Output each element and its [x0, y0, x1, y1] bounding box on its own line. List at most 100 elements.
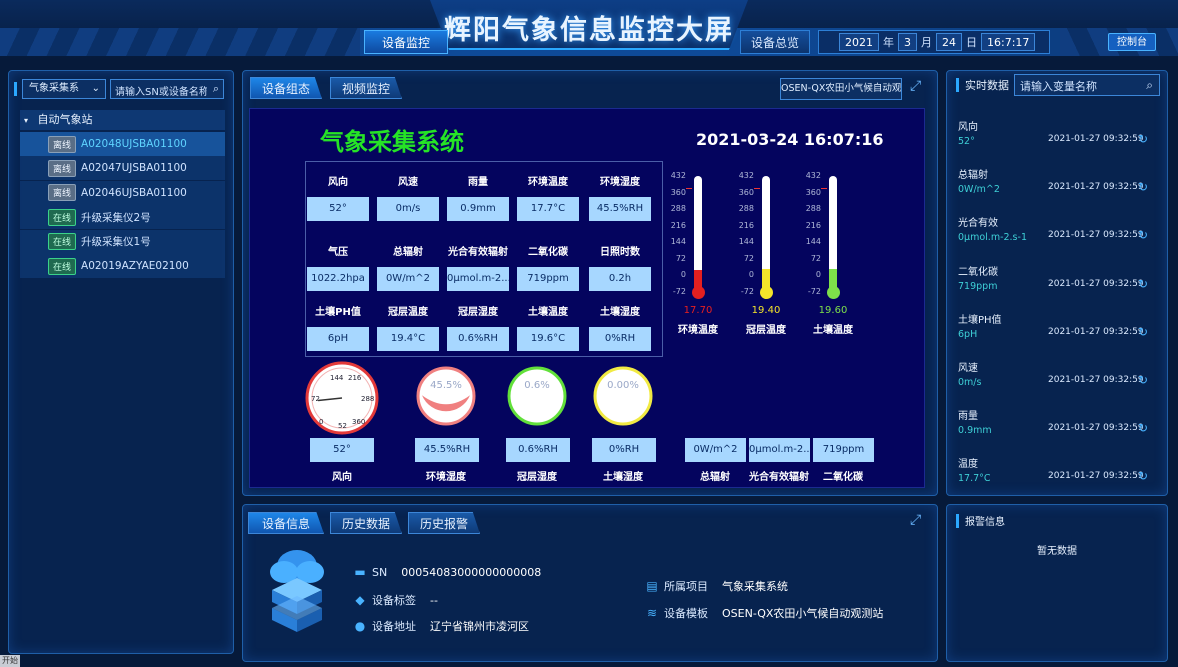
sensor-value: 0.2h: [589, 267, 651, 291]
humidity-value: 45.5%RH: [415, 438, 479, 462]
realtime-item: 总辐射 0W/m^2 2021-01-27 09:32:59 ↻: [958, 166, 1158, 212]
device-item[interactable]: 离线 A02047UJSBA01100: [20, 156, 225, 181]
realtime-value: 0W/m^2: [958, 184, 1000, 196]
therm-scale-label: 0: [680, 270, 686, 279]
sensor-label: 二氧化碳: [528, 247, 568, 258]
therm-scale-label: 0: [815, 270, 821, 279]
refresh-icon[interactable]: ↻: [1138, 373, 1148, 387]
device-item[interactable]: 在线 升级采集仪1号: [20, 229, 225, 254]
taskbar-start-button[interactable]: 开始: [0, 655, 20, 667]
dial-tick-label: 52: [338, 422, 347, 430]
sensor-value: 0.9mm: [447, 197, 509, 221]
expand-icon[interactable]: ⤢: [910, 512, 921, 528]
tree-root-node[interactable]: ▾ 自动气象站: [20, 110, 225, 130]
variable-search-box[interactable]: ⌕: [1014, 74, 1160, 97]
refresh-icon[interactable]: ↻: [1138, 132, 1148, 146]
therm-scale-label: 72: [675, 253, 686, 263]
info-address-label: 设备地址: [372, 620, 416, 633]
sensor-value: 0.6%RH: [447, 327, 509, 351]
sensor-label: 气压: [328, 247, 348, 258]
sensor-label: 土壤湿度: [600, 307, 640, 318]
info-address-value: 辽宁省锦州市凌河区: [430, 620, 529, 633]
sn-search-input[interactable]: [111, 83, 207, 102]
therm-scale-label: 360: [738, 187, 754, 197]
device-item[interactable]: 在线 升级采集仪2号: [20, 205, 225, 230]
variable-search-input[interactable]: [1015, 76, 1141, 97]
realtime-value: 0m/s: [958, 377, 982, 388]
refresh-icon[interactable]: ↻: [1138, 180, 1148, 194]
tab-device-info[interactable]: 设备信息: [248, 512, 324, 534]
tab-history-data[interactable]: 历史数据: [330, 512, 402, 534]
alarm-title: 报警信息: [956, 513, 1005, 528]
info-project-row: ▤ 所属项目 气象采集系统: [646, 578, 788, 594]
thermometer-value: 19.40: [751, 305, 781, 316]
sensor-value: 1022.2hpa: [307, 267, 369, 291]
sn-search-box[interactable]: ⌕: [110, 79, 224, 102]
refresh-icon[interactable]: ↻: [1138, 277, 1148, 291]
realtime-item: 温度 17.7°C 2021-01-27 09:32:59 ↻: [958, 455, 1158, 501]
sensor-value: 0μmol.m-2...: [447, 267, 509, 291]
search-icon[interactable]: ⌕: [213, 82, 219, 96]
date-day: 24: [936, 33, 962, 51]
expand-icon[interactable]: ⤢: [910, 78, 921, 94]
therm-scale-label: 216: [738, 220, 754, 230]
device-item[interactable]: 在线 A02019AZYAE02100: [20, 254, 225, 278]
tab-device-config[interactable]: 设备组态: [250, 77, 322, 99]
refresh-icon[interactable]: ↻: [1138, 228, 1148, 242]
status-badge: 离线: [48, 184, 77, 202]
device-item[interactable]: 离线 A02046UJSBA01100: [20, 180, 225, 205]
gauge-percent: 0.6%: [524, 380, 549, 391]
sensor-value: 19.6°C: [517, 327, 579, 351]
realtime-name: 光合有效: [958, 218, 998, 230]
gauge-ring: [507, 366, 567, 426]
wind-direction-dial: 144 216 72 288 0 52 360: [305, 361, 379, 435]
humidity-value: 0%RH: [592, 438, 656, 462]
therm-scale-label: 432: [805, 171, 821, 180]
sensor-value: 0m/s: [377, 197, 439, 221]
sensor-label: 总辐射: [393, 247, 423, 258]
info-sn-label: SN: [372, 565, 388, 579]
humidity-name: 土壤湿度: [603, 472, 643, 483]
realtime-name: 土壤PH值: [958, 314, 1002, 326]
realtime-value: 0μmol.m-2.s-1: [958, 232, 1027, 244]
search-icon[interactable]: ⌕: [1146, 78, 1153, 93]
right-accent-bar: [956, 78, 959, 92]
sensor-label: 光合有效辐射: [448, 247, 508, 258]
sensor-value: 6pH: [307, 327, 369, 351]
status-badge: 离线: [48, 135, 77, 153]
nav-device-overview[interactable]: 设备总览: [740, 30, 810, 54]
sensor-value: 17.7°C: [517, 197, 579, 221]
thermometer-value: 17.70: [683, 305, 713, 316]
realtime-value: 6pH: [958, 328, 978, 340]
realtime-item: 土壤PH值 6pH 2021-01-27 09:32:59 ↻: [958, 311, 1158, 357]
realtime-time: 2021-01-27 09:32:59: [1048, 134, 1144, 144]
realtime-name: 总辐射: [958, 170, 988, 182]
scada-title: 气象采集系统: [320, 128, 464, 156]
status-badge: 在线: [48, 233, 77, 251]
status-badge: 在线: [48, 208, 77, 226]
realtime-name: 雨量: [958, 411, 978, 423]
status-badge: 在线: [48, 257, 77, 275]
nav-device-monitor[interactable]: 设备监控: [364, 30, 448, 54]
dial-tick-label: 288: [361, 395, 374, 403]
refresh-icon[interactable]: ↻: [1138, 469, 1148, 483]
page-title: 辉阳气象信息监控大屏: [444, 15, 734, 46]
info-tag-value: --: [430, 593, 438, 607]
realtime-time: 2021-01-27 09:32:59: [1048, 423, 1144, 434]
therm-scale-label: -72: [672, 286, 686, 296]
date-month-unit: 月: [921, 36, 932, 49]
therm-marker: [686, 188, 692, 189]
realtime-time: 2021-01-27 09:32:59: [1048, 182, 1144, 193]
device-item[interactable]: 离线 A02048UJSBA01100: [20, 132, 225, 156]
system-type-select[interactable]: 气象采集系 ⌄: [22, 79, 106, 99]
tab-video-monitor[interactable]: 视频监控: [330, 77, 402, 99]
alarm-accent-bar: [956, 513, 959, 528]
realtime-value: 52°: [958, 136, 975, 147]
gauge-percent: 45.5%: [430, 380, 462, 391]
sensor-value: 45.5%RH: [589, 197, 651, 221]
tab-history-alarm[interactable]: 历史报警: [408, 512, 480, 534]
control-panel-button[interactable]: 控制台: [1108, 33, 1156, 51]
refresh-icon[interactable]: ↻: [1138, 421, 1148, 435]
refresh-icon[interactable]: ↻: [1138, 325, 1148, 339]
device-model-label: OSEN-QX农田小气候自动观: [780, 78, 902, 100]
